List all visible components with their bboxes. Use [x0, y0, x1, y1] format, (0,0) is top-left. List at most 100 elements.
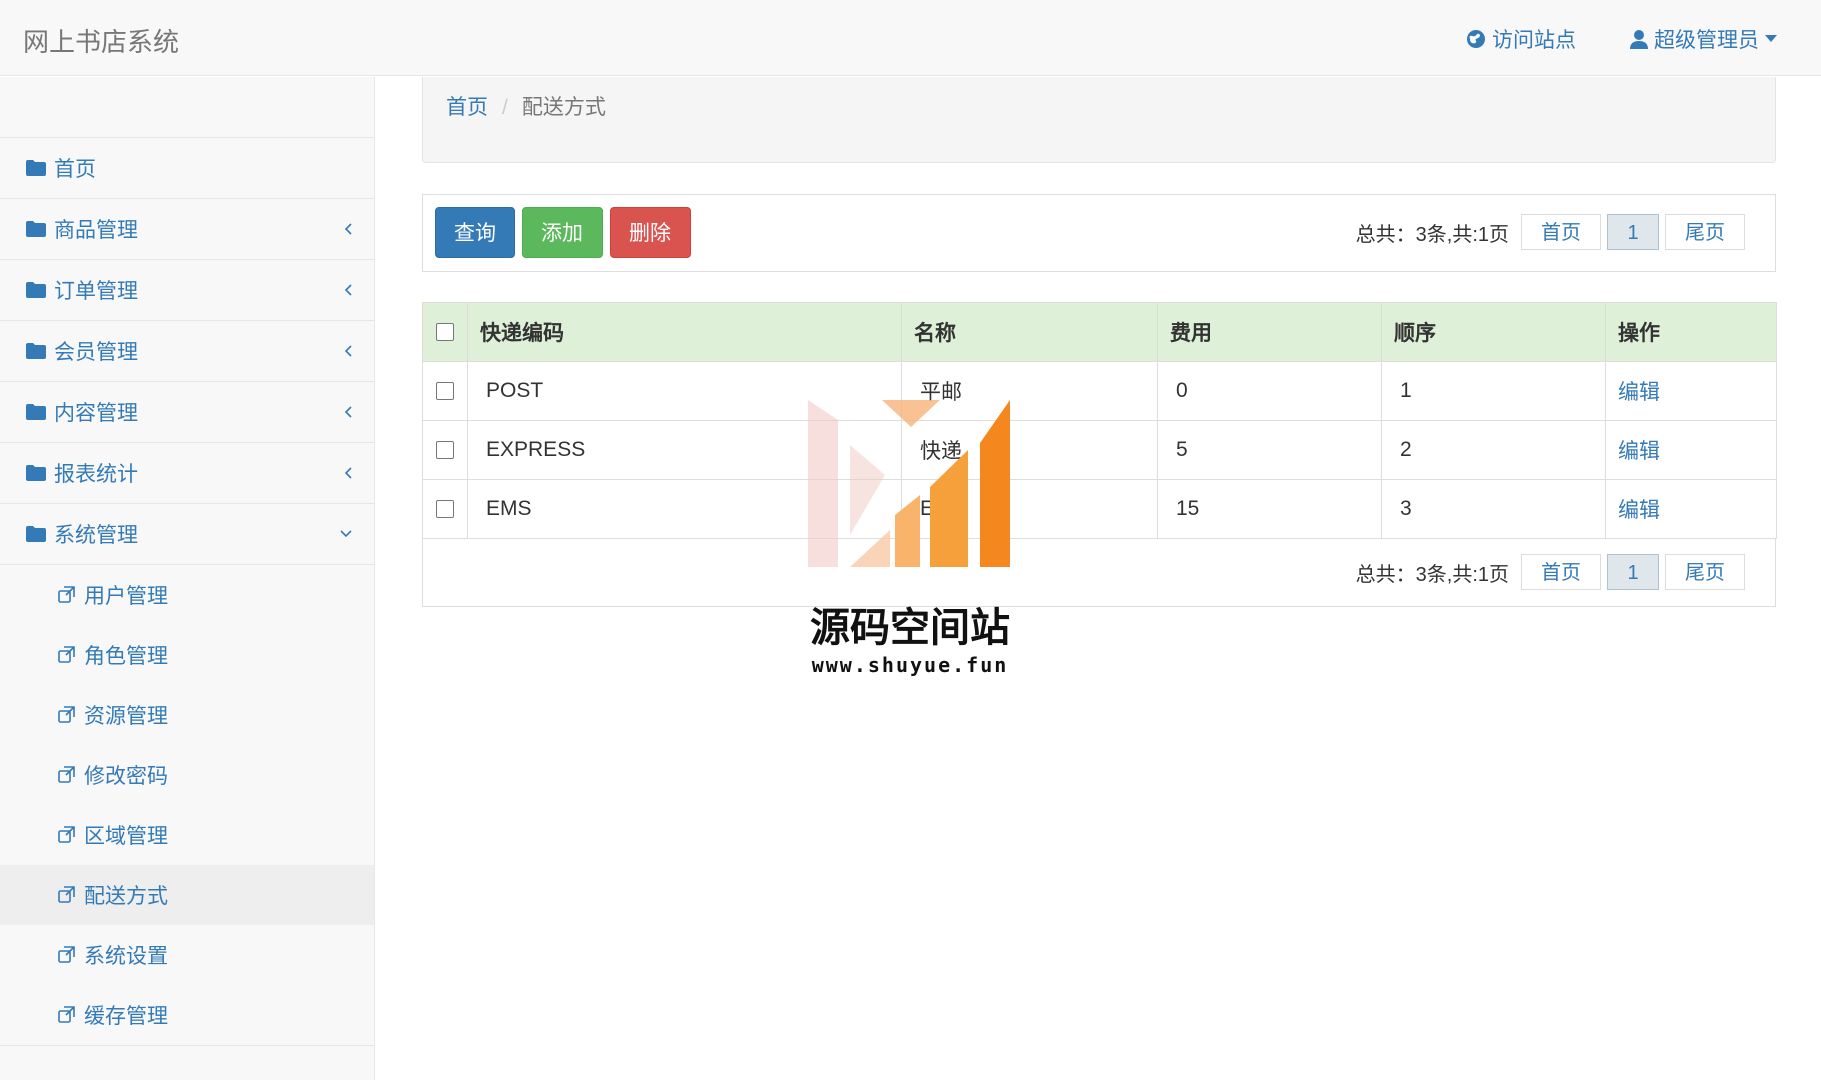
table-row: EMS EMS 15 3 编辑	[422, 479, 1777, 539]
sidebar-item-label: 首页	[54, 158, 96, 181]
cell-action: 编辑	[1605, 479, 1777, 539]
submenu-item-label: 缓存管理	[84, 1005, 168, 1028]
user-icon	[1630, 30, 1648, 49]
admin-user-label: 超级管理员	[1654, 29, 1759, 52]
chevron-left-icon	[344, 284, 352, 296]
breadcrumb: 首页 / 配送方式	[422, 77, 1776, 163]
submenu-item-roles[interactable]: 角色管理	[0, 625, 374, 685]
cell-fee: 5	[1157, 420, 1382, 480]
edit-link[interactable]: 编辑	[1618, 499, 1660, 522]
sidebar-item-label: 内容管理	[54, 402, 138, 425]
pagination-summary: 总共：3条,共:1页	[1355, 223, 1509, 246]
cell-name: EMS	[901, 479, 1158, 539]
folder-icon	[26, 404, 46, 420]
query-button[interactable]: 查询	[435, 207, 515, 258]
cell-fee: 0	[1157, 361, 1382, 421]
submenu-item-shipping[interactable]: 配送方式	[0, 865, 374, 925]
table-row: POST 平邮 0 1 编辑	[422, 361, 1777, 421]
external-link-icon	[58, 706, 75, 723]
row-checkbox[interactable]	[436, 382, 454, 401]
cell-name: 快递	[901, 420, 1158, 480]
cell-action: 编辑	[1605, 420, 1777, 480]
sidebar-item-orders[interactable]: 订单管理	[0, 260, 374, 321]
first-page-button[interactable]: 首页	[1521, 554, 1601, 590]
table-row: EXPRESS 快递 5 2 编辑	[422, 420, 1777, 480]
edit-link[interactable]: 编辑	[1618, 440, 1660, 463]
chevron-down-icon	[340, 530, 352, 538]
sidebar-item-system[interactable]: 系统管理	[0, 504, 374, 565]
submenu-item-label: 资源管理	[84, 705, 168, 728]
sidebar-spacer	[0, 77, 374, 138]
cell-code: EXPRESS	[467, 420, 902, 480]
cell-fee: 15	[1157, 479, 1382, 539]
shipping-table: 快递编码 名称 费用 顺序 操作 POST 平邮 0 1 编辑 EXPRESS …	[422, 302, 1777, 539]
page-number-button[interactable]: 1	[1607, 214, 1659, 250]
cell-action: 编辑	[1605, 361, 1777, 421]
sidebar-item-home[interactable]: 首页	[0, 138, 374, 199]
app-brand[interactable]: 网上书店系统	[23, 22, 179, 59]
column-header-fee: 费用	[1157, 302, 1382, 362]
globe-icon	[1467, 30, 1485, 48]
row-checkbox[interactable]	[436, 441, 454, 460]
submenu-item-label: 系统设置	[84, 945, 168, 968]
submenu-item-resources[interactable]: 资源管理	[0, 685, 374, 745]
external-link-icon	[58, 766, 75, 783]
cell-code: POST	[467, 361, 902, 421]
sidebar-item-label: 系统管理	[54, 524, 138, 547]
sidebar-item-label: 会员管理	[54, 341, 138, 364]
sidebar-item-label: 订单管理	[54, 280, 138, 303]
breadcrumb-home[interactable]: 首页	[446, 96, 488, 119]
table-header-row: 快递编码 名称 费用 顺序 操作	[422, 302, 1777, 362]
submenu-item-settings[interactable]: 系统设置	[0, 925, 374, 985]
watermark-url: www.shuyue.fun	[811, 653, 1009, 677]
external-link-icon	[58, 586, 75, 603]
admin-user-menu[interactable]: 超级管理员	[1630, 24, 1777, 54]
top-navbar: 网上书店系统 访问站点 超级管理员	[0, 0, 1821, 76]
row-select-cell	[422, 361, 468, 421]
cell-code: EMS	[467, 479, 902, 539]
last-page-button[interactable]: 尾页	[1665, 554, 1745, 590]
visit-site-label: 访问站点	[1492, 29, 1576, 52]
external-link-icon	[58, 646, 75, 663]
last-page-button[interactable]: 尾页	[1665, 214, 1745, 250]
external-link-icon	[58, 826, 75, 843]
chevron-left-icon	[344, 345, 352, 357]
submenu-item-password[interactable]: 修改密码	[0, 745, 374, 805]
edit-link[interactable]: 编辑	[1618, 381, 1660, 404]
column-header-name: 名称	[901, 302, 1158, 362]
visit-site-link[interactable]: 访问站点	[1466, 24, 1576, 54]
chevron-left-icon	[344, 406, 352, 418]
cell-order: 2	[1381, 420, 1606, 480]
column-header-order: 顺序	[1381, 302, 1606, 362]
breadcrumb-separator: /	[502, 96, 508, 119]
toolbar: 查询 添加 删除 总共：3条,共:1页 首页 1 尾页	[422, 194, 1776, 272]
select-all-cell	[422, 302, 468, 362]
chevron-left-icon	[344, 223, 352, 235]
submenu-item-label: 配送方式	[84, 885, 168, 908]
sidebar-item-content[interactable]: 内容管理	[0, 382, 374, 443]
add-button[interactable]: 添加	[522, 207, 603, 258]
delete-button[interactable]: 删除	[610, 207, 691, 258]
sidebar-item-members[interactable]: 会员管理	[0, 321, 374, 382]
submenu-item-users[interactable]: 用户管理	[0, 565, 374, 625]
submenu-item-regions[interactable]: 区域管理	[0, 805, 374, 865]
submenu-item-label: 角色管理	[84, 645, 168, 668]
select-all-checkbox[interactable]	[436, 323, 454, 342]
page-number-button[interactable]: 1	[1607, 554, 1659, 590]
caret-down-icon	[1765, 35, 1777, 42]
pagination-top: 总共：3条,共:1页 首页 1 尾页	[1356, 214, 1745, 250]
cell-name: 平邮	[901, 361, 1158, 421]
sidebar-item-label: 商品管理	[54, 219, 138, 242]
sidebar-item-products[interactable]: 商品管理	[0, 199, 374, 260]
submenu-item-label: 修改密码	[84, 765, 168, 788]
first-page-button[interactable]: 首页	[1521, 214, 1601, 250]
external-link-icon	[58, 946, 75, 963]
system-submenu: 用户管理 角色管理 资源管理 修改密码 区域管理 配送方式 系统设置 缓存管理	[0, 565, 374, 1046]
submenu-item-cache[interactable]: 缓存管理	[0, 985, 374, 1045]
row-checkbox[interactable]	[436, 500, 454, 519]
folder-icon	[26, 221, 46, 237]
row-select-cell	[422, 479, 468, 539]
cell-order: 3	[1381, 479, 1606, 539]
sidebar-item-reports[interactable]: 报表统计	[0, 443, 374, 504]
pagination-bottom: 总共：3条,共:1页 首页 1 尾页	[1356, 554, 1745, 590]
